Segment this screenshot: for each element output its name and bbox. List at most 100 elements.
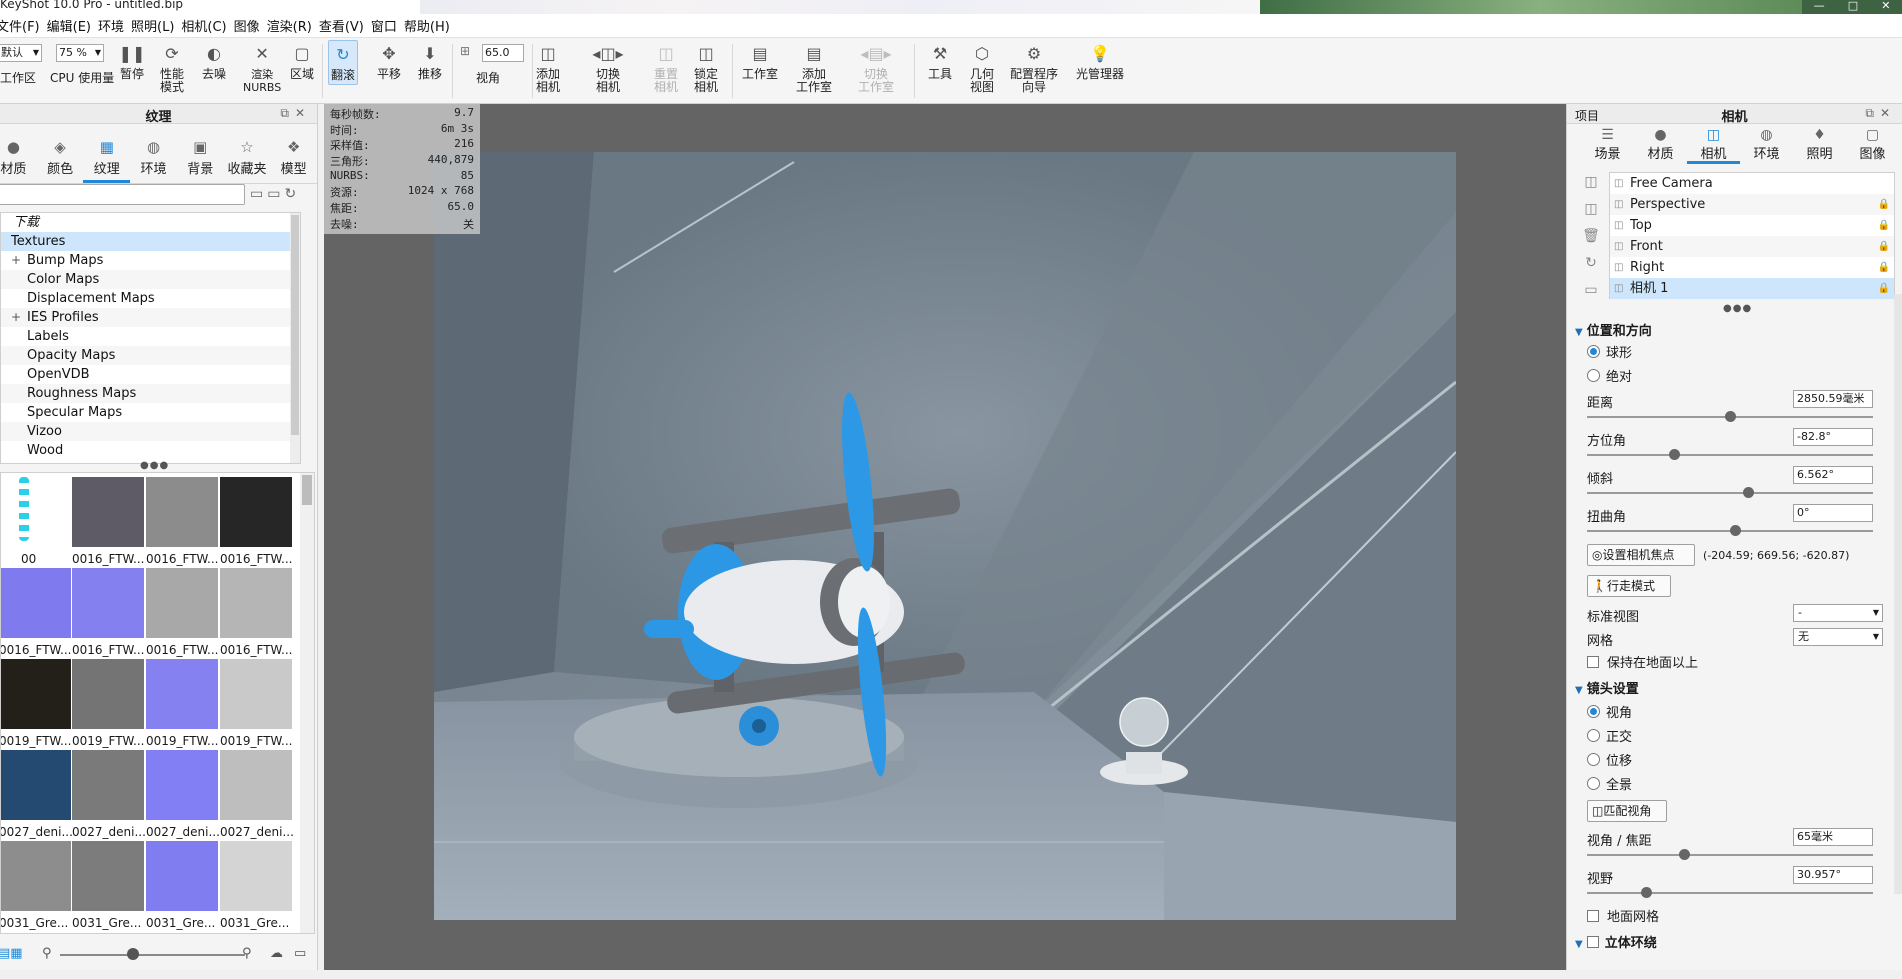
menu-file[interactable]: 文件(F) (0, 16, 47, 35)
lock-camera-button[interactable]: ◫ 锁定 相机 (694, 42, 718, 94)
lock-icon[interactable]: 🔒 (1878, 278, 1890, 299)
grid-scrollbar[interactable] (300, 473, 314, 933)
tree-item[interactable]: Specular Maps (1, 403, 300, 422)
refresh-icon[interactable]: ↻ (1585, 255, 1597, 271)
menu-image[interactable]: 图像 (234, 16, 267, 35)
render-nurbs-button[interactable]: ✕ 渲染 NURBS (243, 42, 281, 94)
library-search-input[interactable] (0, 184, 245, 205)
lock-icon[interactable]: 🔒 (1878, 215, 1890, 236)
cpu-usage-select[interactable]: 75 % ▼ (56, 44, 104, 62)
cloud-upload-icon[interactable]: ☁ (270, 946, 283, 961)
thumbnail-size-slider[interactable] (60, 954, 245, 956)
tab-image[interactable]: ▢ 图像 (1846, 124, 1899, 164)
texture-thumbnail[interactable]: 0027_deni... (72, 750, 146, 841)
texture-thumbnail[interactable]: 0027_deni... (1, 750, 73, 841)
tree-item[interactable]: Roughness Maps (1, 384, 300, 403)
tumble-button[interactable]: ↻ 翻滚 (328, 40, 359, 85)
maximize-icon[interactable]: □ (1848, 0, 1858, 14)
menu-window[interactable]: 窗口 (371, 16, 404, 35)
slider-knob[interactable] (1743, 487, 1754, 498)
texture-thumbnail[interactable]: 0027_deni... (220, 750, 294, 841)
minimize-icon[interactable]: — (1814, 0, 1825, 14)
grid-select[interactable]: 无 ▼ (1793, 628, 1883, 646)
slider-knob[interactable] (1641, 887, 1652, 898)
texture-thumbnail[interactable]: 0027_deni... (146, 750, 220, 841)
save-icon[interactable]: ▭ (1584, 282, 1597, 298)
light-manager-button[interactable]: 💡 光管理器 (1076, 42, 1124, 81)
tree-item[interactable]: Opacity Maps (1, 346, 300, 365)
pause-button[interactable]: ❚❚ 暂停 (119, 42, 146, 81)
tab-material[interactable]: ● 材质 (1634, 124, 1687, 164)
focal-length-slider[interactable] (1587, 849, 1873, 860)
texture-thumbnail[interactable]: 0016_FTW... (220, 477, 294, 568)
lens-orthographic-radio[interactable]: 正交 (1587, 726, 1632, 745)
texture-thumbnail[interactable]: 0031_Gre... (220, 841, 294, 932)
close-icon[interactable]: ✕ (295, 106, 311, 120)
ground-grid-checkbox[interactable]: 地面网格 (1587, 906, 1659, 925)
texture-thumbnail[interactable]: 0019_FTW... (1, 659, 73, 750)
slider-knob[interactable] (1730, 525, 1741, 536)
keep-above-ground-checkbox[interactable]: 保持在地面以上 (1587, 652, 1698, 671)
tab-colors[interactable]: ◈ 颜色 (37, 138, 84, 183)
tab-environments[interactable]: ◍ 环境 (130, 138, 177, 183)
camera-list-item[interactable]: ◫ Free Camera (1610, 173, 1894, 194)
workspace-select[interactable]: 默认 ▼ (0, 44, 42, 62)
tools-button[interactable]: ⚒ 工具 (928, 42, 952, 81)
camera-list-item[interactable]: ◫ Top 🔒 (1610, 215, 1894, 236)
configurator-wizard-button[interactable]: ⚙ 配置程序 向导 (1010, 42, 1058, 94)
mode-absolute-radio[interactable]: 绝对 (1587, 366, 1632, 385)
reset-camera-button[interactable]: ◫ 重置 相机 (654, 42, 678, 94)
set-camera-focus-button[interactable]: ◎设置相机焦点 (1587, 544, 1695, 566)
zoom-out-icon[interactable]: ⚲ (42, 946, 52, 961)
texture-thumbnail[interactable]: 00 (1, 477, 73, 568)
splitter-handle[interactable]: ●●● (140, 460, 169, 471)
stereo-checkbox[interactable] (1586, 936, 1599, 948)
walk-mode-button[interactable]: 🚶行走模式 (1587, 575, 1671, 597)
panel-scrollbar[interactable] (1894, 294, 1902, 894)
tree-item[interactable]: Vizoo (1, 422, 300, 441)
render-viewport[interactable]: 每秒帧数: 9.7 时间: 6m 3s 采样值: 216 三角形: 440,879 NU… (324, 104, 1566, 970)
add-studio-button[interactable]: ▤ 添加 工作室 (796, 42, 832, 94)
slider-knob[interactable] (1725, 411, 1736, 422)
menu-environment[interactable]: 环境 (98, 16, 131, 35)
texture-thumbnail[interactable]: 0031_Gre... (72, 841, 146, 932)
azimuth-slider[interactable] (1587, 449, 1873, 460)
menu-edit[interactable]: 编辑(E) (47, 16, 98, 35)
texture-thumbnail[interactable]: 0016_FTW... (72, 477, 146, 568)
menu-camera[interactable]: 相机(C) (181, 16, 233, 35)
folder-icon[interactable]: ▭ (250, 186, 267, 202)
lock-icon[interactable]: 🔒 (1878, 257, 1890, 278)
inclination-slider[interactable] (1587, 487, 1873, 498)
denoise-button[interactable]: ◐ 去噪 (202, 42, 226, 81)
grid-view-icon[interactable]: ▤▦ (0, 946, 23, 961)
standard-view-select[interactable]: - ▼ (1793, 604, 1883, 622)
undock-icon[interactable]: ⧉ (280, 106, 295, 120)
refresh-icon[interactable]: ↻ (284, 186, 300, 202)
camera-list-item[interactable]: ◫ Right 🔒 (1610, 257, 1894, 278)
lock-icon[interactable]: 🔒 (1878, 236, 1890, 257)
tab-favorites[interactable]: ☆ 收藏夹 (224, 138, 271, 183)
tree-item[interactable]: + IES Profiles (1, 308, 300, 327)
tree-item-textures[interactable]: Textures (1, 232, 300, 251)
tree-item[interactable]: + Bump Maps (1, 251, 300, 270)
menu-view[interactable]: 查看(V) (319, 16, 371, 35)
camera-add-icon[interactable]: ◫ (1584, 174, 1597, 190)
texture-thumbnail[interactable]: 0019_FTW... (146, 659, 220, 750)
zoom-in-icon[interactable]: ⚲ (242, 946, 252, 961)
performance-mode-button[interactable]: ⟳ 性能 模式 (160, 42, 184, 94)
texture-thumbnail[interactable]: 0016_FTW... (1, 568, 73, 659)
tree-item[interactable]: Wood (1, 441, 300, 460)
twist-field[interactable]: 0° (1793, 504, 1873, 522)
twist-slider[interactable] (1587, 525, 1873, 536)
camera-list-item[interactable]: ◫ Front 🔒 (1610, 236, 1894, 257)
switch-studio-button[interactable]: ◂▤▸ 切换 工作室 (858, 42, 894, 94)
slider-knob[interactable] (1669, 449, 1680, 460)
lens-shift-radio[interactable]: 位移 (1587, 750, 1632, 769)
distance-slider[interactable] (1587, 411, 1873, 422)
texture-thumbnail[interactable]: 0016_FTW... (146, 568, 220, 659)
tab-backplates[interactable]: ▣ 背景 (177, 138, 224, 183)
camera-duplicate-icon[interactable]: ◫ (1584, 201, 1597, 217)
render-image[interactable] (434, 152, 1456, 920)
lock-icon[interactable]: 🔒 (1878, 194, 1890, 215)
add-camera-button[interactable]: ◫ 添加 相机 (536, 42, 560, 94)
